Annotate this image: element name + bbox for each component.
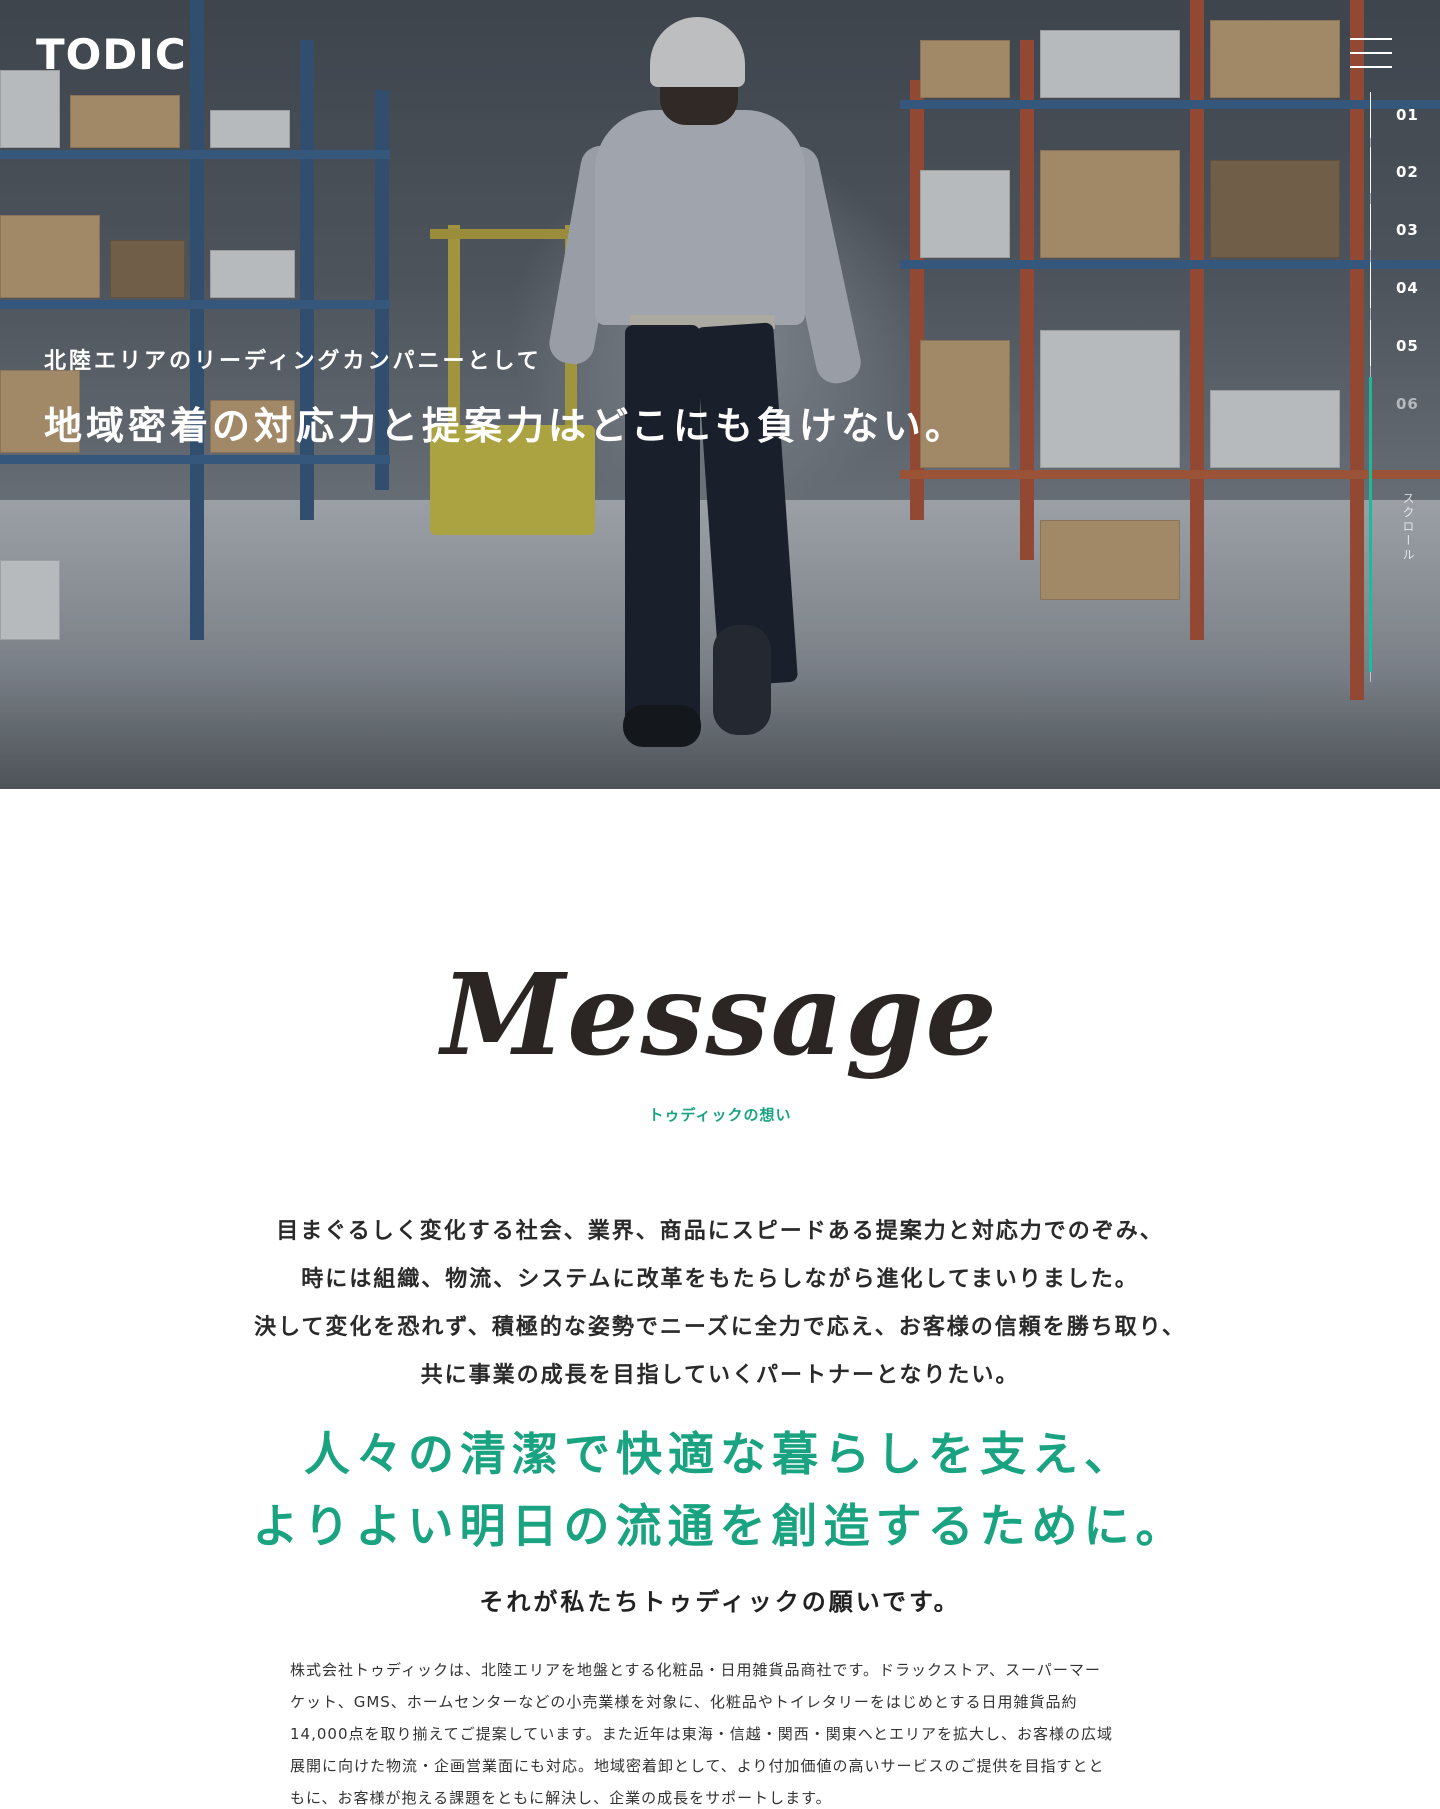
catch-line: 人々の清潔で快適な暮らしを支え、 (304, 1427, 1136, 1481)
section-nav-progress (1369, 377, 1372, 672)
message-subheading: トゥディックの想い (648, 1106, 792, 1124)
todic-logo[interactable]: TODIC (36, 30, 187, 79)
message-lead: 目まぐるしく変化する社会、業界、商品にスピードある提案力と対応力でのぞみ、 時に… (0, 1208, 1440, 1400)
lead-line: 共に事業の成長を目指していくパートナーとなりたい。 (420, 1363, 1020, 1388)
section-nav-item-06[interactable]: 06 (1396, 395, 1419, 413)
scroll-label: スクロール (1401, 492, 1415, 562)
body-line: 株式会社トゥディックは、北陸エリアを地盤とする化粧品・日用雑貨品商社です。ドラッ… (290, 1661, 1101, 1679)
hero-title: 地域密着の対応力と提案力はどこにも負けない。 (44, 404, 967, 448)
lead-line: 決して変化を恐れず、積極的な姿勢でニーズに全力で応え、お客様の信頼を勝ち取り、 (254, 1315, 1186, 1340)
body-line: もに、お客様が抱える課題をともに解決し、企業の成長をサポートします。 (290, 1789, 832, 1807)
lead-line: 時には組織、物流、システムに改革をもたらしながら進化してまいりました。 (301, 1267, 1139, 1292)
body-line: 14,000点を取り揃えてご提案しています。また近年は東海・信越・関西・関東へと… (290, 1725, 1114, 1743)
hero-subtitle: 北陸エリアのリーディングカンパニーとして (44, 349, 542, 374)
body-line: ケット、GMS、ホームセンターなどの小売業様を対象に、化粧品やトイレタリーをはじ… (290, 1693, 1078, 1711)
section-nav-item-03[interactable]: 03 (1396, 221, 1419, 239)
section-nav-item-01[interactable]: 01 (1396, 106, 1419, 124)
body-line: 展開に向けた物流・企画営業面にも対応。地域密着卸として、より付加価値の高いサービ… (290, 1757, 1105, 1775)
section-nav-item-02[interactable]: 02 (1396, 163, 1419, 181)
section-nav-item-04[interactable]: 04 (1396, 279, 1419, 297)
message-catch-subtitle: それが私たちトゥディックの願いです。 (479, 1588, 961, 1616)
hero-section: TODIC 01 02 03 04 05 06 スクロール 北陸エリアのリーディ… (0, 0, 1440, 789)
catch-line: よりよい明日の流通を創造するために。 (252, 1499, 1188, 1553)
section-nav-item-05[interactable]: 05 (1396, 337, 1419, 355)
section-nav: 01 02 03 04 05 06 スクロール (1360, 92, 1420, 682)
lead-line: 目まぐるしく変化する社会、業界、商品にスピードある提案力と対応力でのぞみ、 (276, 1219, 1164, 1244)
message-heading: Message (441, 950, 999, 1081)
hamburger-menu-icon[interactable] (1350, 38, 1392, 70)
message-body: 株式会社トゥディックは、北陸エリアを地盤とする化粧品・日用雑貨品商社です。ドラッ… (290, 1654, 1150, 1809)
message-catchphrase: 人々の清潔で快適な暮らしを支え、 よりよい明日の流通を創造するために。 (0, 1418, 1440, 1562)
